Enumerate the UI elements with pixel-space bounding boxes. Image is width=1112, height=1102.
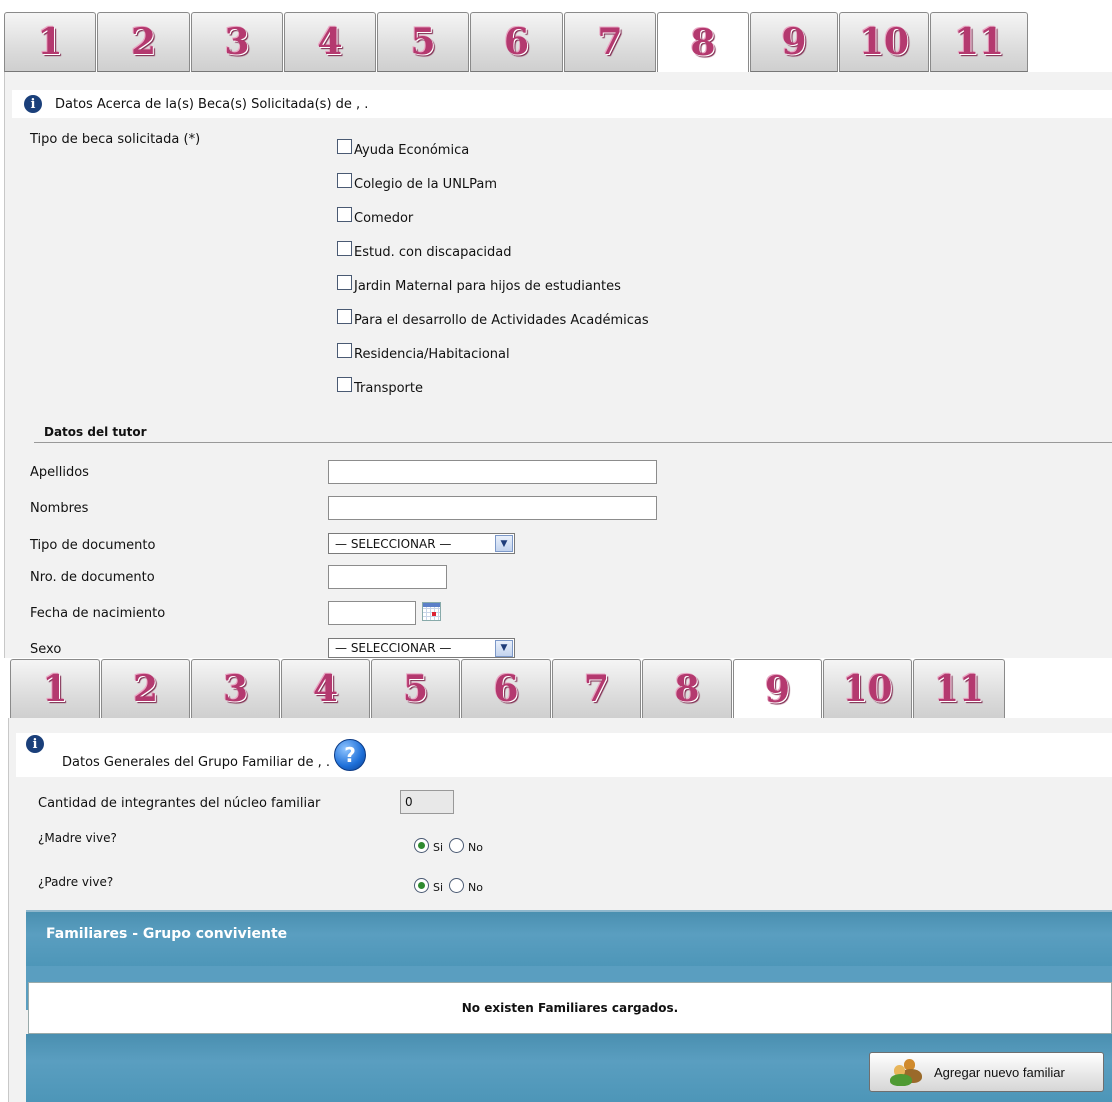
bottom-tab-bar: 1 2 3 4 5 6 7 8 9 10 11 (0, 659, 1112, 723)
beca-panel (4, 72, 1112, 658)
checkbox[interactable] (337, 207, 352, 222)
beca-option-colegio[interactable]: Colegio de la UNLPam (337, 173, 497, 192)
nombres-label: Nombres (30, 501, 89, 516)
beca-option-discapacidad[interactable]: Estud. con discapacidad (337, 241, 512, 260)
cantidad-integrantes-label: Cantidad de integrantes del núcleo famil… (38, 796, 321, 811)
tab-1[interactable]: 1 (10, 659, 100, 719)
checkbox[interactable] (337, 173, 352, 188)
madre-no-radio[interactable] (449, 838, 465, 853)
cantidad-integrantes-value: 0 (400, 790, 454, 814)
beca-info-text: Datos Acerca de la(s) Beca(s) Solicitada… (55, 96, 369, 112)
madre-vive-label: ¿Madre vive? (38, 831, 117, 845)
tab-5[interactable]: 5 (377, 12, 469, 72)
tab-3[interactable]: 3 (191, 12, 283, 72)
tab-8[interactable]: 8 (657, 12, 749, 73)
checkbox[interactable] (337, 377, 352, 392)
add-familiar-button[interactable]: Agregar nuevo familiar (869, 1052, 1104, 1092)
people-icon (890, 1059, 924, 1086)
tipo-documento-label: Tipo de documento (30, 538, 156, 553)
checkbox[interactable] (337, 343, 352, 358)
tab-8[interactable]: 8 (642, 659, 732, 719)
beca-option-actividades[interactable]: Para el desarrollo de Actividades Académ… (337, 309, 649, 328)
beca-option-comedor[interactable]: Comedor (337, 207, 413, 226)
tab-10[interactable]: 10 (823, 659, 912, 719)
tab-7[interactable]: 7 (564, 12, 656, 72)
padre-vive-label: ¿Padre vive? (38, 875, 114, 889)
tipo-beca-label: Tipo de beca solicitada (*) (30, 132, 201, 147)
chevron-down-icon[interactable]: ▼ (495, 639, 513, 657)
beca-option-residencia[interactable]: Residencia/Habitacional (337, 343, 510, 362)
tutor-section-heading: Datos del tutor (44, 425, 147, 439)
beca-info-bar: i Datos Acerca de la(s) Beca(s) Solicita… (12, 90, 1112, 118)
familia-info-text: Datos Generales del Grupo Familiar de , … (62, 755, 331, 770)
checkbox[interactable] (337, 309, 352, 324)
chevron-down-icon[interactable]: ▼ (495, 535, 513, 552)
tab-4[interactable]: 4 (281, 659, 370, 719)
tab-7[interactable]: 7 (552, 659, 641, 719)
tab-10[interactable]: 10 (839, 12, 929, 72)
tab-9[interactable]: 9 (750, 12, 838, 72)
padre-si-radio[interactable] (414, 878, 429, 893)
checkbox[interactable] (337, 275, 352, 290)
tab-11[interactable]: 11 (930, 12, 1028, 72)
tab-5[interactable]: 5 (371, 659, 460, 719)
tab-1[interactable]: 1 (4, 12, 96, 72)
madre-si-radio[interactable] (414, 838, 429, 853)
sexo-select[interactable]: — SELECCIONAR — ▼ (328, 638, 515, 658)
beca-option-jardin[interactable]: Jardin Maternal para hijos de estudiante… (337, 275, 621, 294)
tab-3[interactable]: 3 (191, 659, 280, 719)
tab-9[interactable]: 9 (733, 659, 822, 720)
beca-option-ayuda[interactable]: Ayuda Económica (337, 139, 469, 158)
apellidos-input[interactable] (328, 460, 657, 484)
familiares-grid-title: Familiares - Grupo conviviente (46, 926, 288, 942)
familia-info-bar: i Datos Generales del Grupo Familiar de … (16, 733, 1112, 777)
familiares-grid-header: Familiares - Grupo conviviente (26, 910, 1112, 968)
familiares-empty-message: No existen Familiares cargados. (28, 982, 1112, 1034)
apellidos-label: Apellidos (30, 465, 89, 480)
fecha-nacimiento-label: Fecha de nacimiento (30, 606, 166, 621)
tab-6[interactable]: 6 (470, 12, 563, 72)
info-icon: i (26, 735, 44, 753)
nro-documento-label: Nro. de documento (30, 570, 155, 585)
fecha-nacimiento-input[interactable] (328, 601, 416, 625)
tab-2[interactable]: 2 (101, 659, 190, 719)
calendar-icon[interactable] (422, 602, 441, 621)
tab-6[interactable]: 6 (461, 659, 551, 719)
tab-2[interactable]: 2 (97, 12, 190, 72)
help-icon[interactable]: ? (334, 739, 367, 771)
padre-no-radio[interactable] (449, 878, 465, 893)
beca-option-transporte[interactable]: Transporte (337, 377, 423, 396)
madre-vive-radios: Si No (414, 838, 489, 854)
padre-vive-radios: Si No (414, 878, 489, 894)
tipo-documento-select[interactable]: — SELECCIONAR — ▼ (328, 533, 515, 554)
checkbox[interactable] (337, 241, 352, 256)
nro-documento-input[interactable] (328, 565, 447, 589)
sexo-label: Sexo (30, 642, 62, 657)
info-icon: i (24, 95, 42, 113)
nombres-input[interactable] (328, 496, 657, 520)
top-tab-bar: 1 2 3 4 5 6 7 8 9 10 11 (0, 12, 1112, 76)
checkbox[interactable] (337, 139, 352, 154)
tab-11[interactable]: 11 (913, 659, 1005, 719)
tab-4[interactable]: 4 (284, 12, 376, 72)
section-divider (34, 442, 1112, 443)
